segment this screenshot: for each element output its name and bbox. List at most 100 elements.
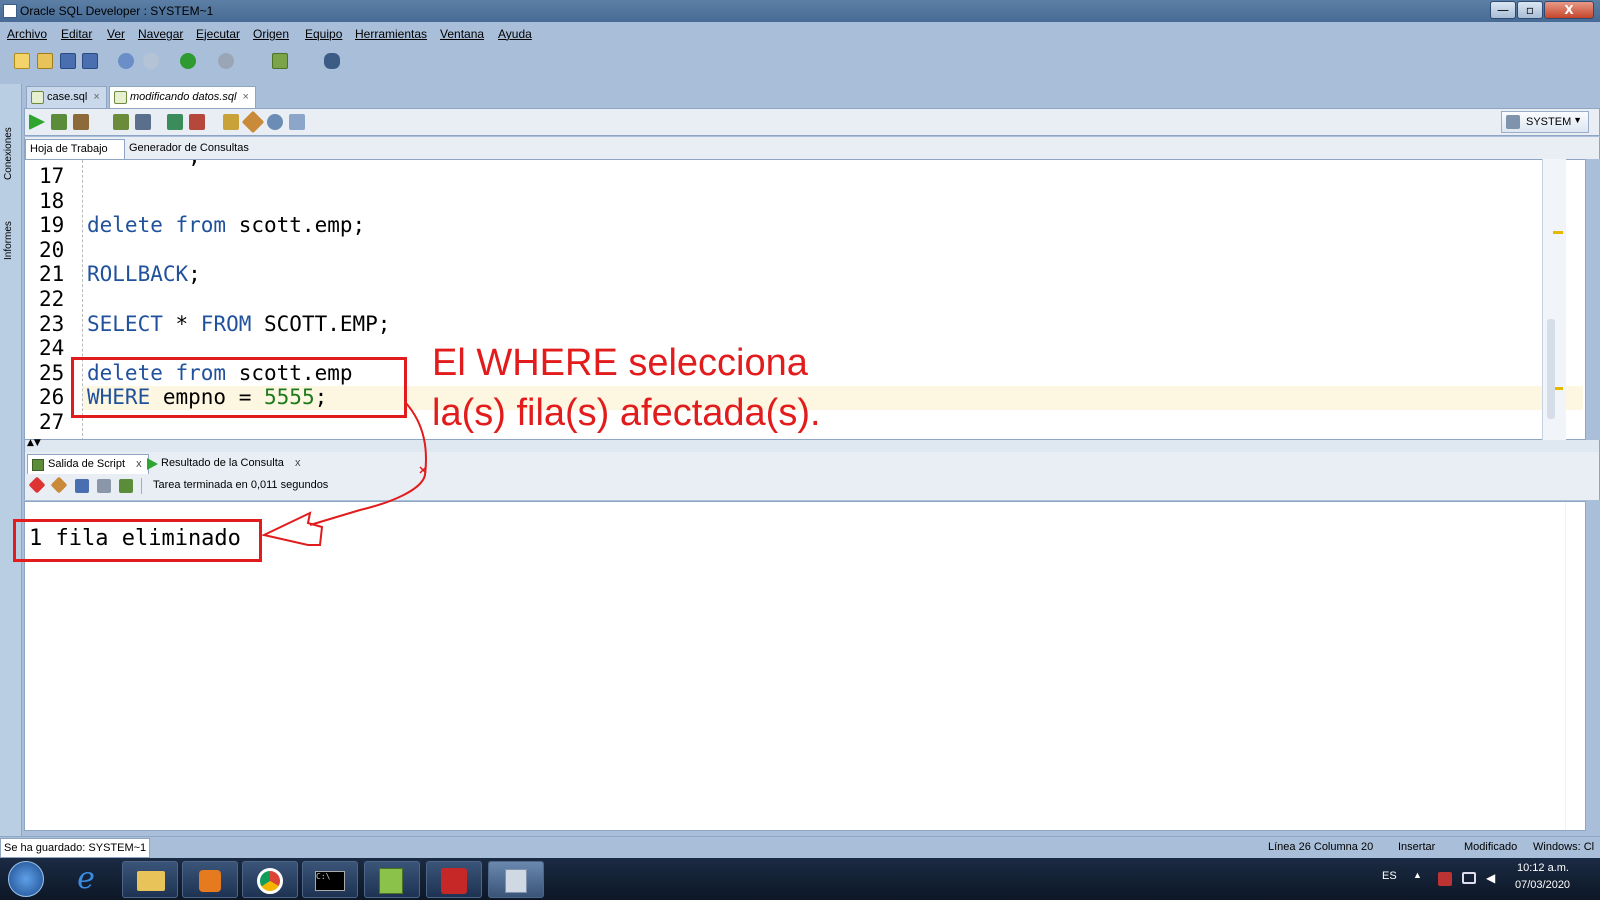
code-line: ROLLBACK; bbox=[87, 262, 201, 287]
editor-toolbar: SYSTEM ▼ bbox=[24, 108, 1600, 136]
menu-origen[interactable]: Origen bbox=[253, 27, 289, 41]
refresh-icon[interactable] bbox=[267, 114, 283, 130]
saved-notice: Se ha guardado: SYSTEM~1 bbox=[0, 838, 151, 858]
internet-explorer-icon[interactable]: e bbox=[68, 864, 104, 894]
menu-editar[interactable]: Editar bbox=[61, 27, 92, 41]
tab-generador-de-consultas[interactable]: Generador de Consultas bbox=[125, 139, 255, 159]
save-output-icon[interactable] bbox=[75, 479, 89, 493]
sql-text: * bbox=[162, 311, 201, 336]
command-prompt-icon[interactable]: C:\ bbox=[302, 861, 358, 898]
title-bar: Oracle SQL Developer : SYSTEM~1 — ▫ X bbox=[0, 0, 1600, 22]
sql-keyword: SELECT bbox=[87, 311, 163, 336]
sql-history-icon[interactable] bbox=[223, 114, 239, 130]
modified-flag: Modificado bbox=[1464, 841, 1518, 853]
edit-mode: Insertar bbox=[1398, 841, 1436, 853]
collapse-arrows-icon[interactable]: ▲▼ bbox=[27, 438, 41, 448]
code-line: SELECT * FROM SCOTT.EMP; bbox=[87, 312, 390, 337]
run-statement-icon[interactable] bbox=[29, 114, 45, 130]
sql-worksheet-icon[interactable] bbox=[272, 53, 288, 69]
menu-ayuda[interactable]: Ayuda bbox=[498, 27, 532, 41]
output-vertical-scrollbar[interactable] bbox=[1565, 502, 1585, 830]
file-explorer-icon[interactable] bbox=[122, 861, 178, 898]
scroll-marker bbox=[1553, 231, 1563, 234]
binoculars-icon[interactable] bbox=[324, 53, 340, 69]
connections-tab[interactable]: Conexiones bbox=[3, 110, 19, 180]
code-line: delete from scott.emp; bbox=[87, 213, 365, 238]
menu-herramientas[interactable]: Herramientas bbox=[355, 27, 427, 41]
menu-navegar[interactable]: Navegar bbox=[138, 27, 183, 41]
menu-ejecutar[interactable]: Ejecutar bbox=[196, 27, 240, 41]
new-file-icon[interactable] bbox=[14, 53, 30, 69]
open-folder-icon[interactable] bbox=[37, 53, 53, 69]
network-icon[interactable] bbox=[1462, 872, 1476, 884]
editor-vertical-scrollbar[interactable] bbox=[1542, 159, 1566, 440]
menu-ver[interactable]: Ver bbox=[107, 27, 125, 41]
tab-modificando-datos-sql[interactable]: modificando datos.sql × bbox=[109, 86, 256, 108]
tab-case-sql[interactable]: case.sql × bbox=[26, 86, 107, 108]
save-all-icon[interactable] bbox=[82, 53, 98, 69]
clock-date[interactable]: 07/03/2020 bbox=[1515, 879, 1570, 891]
media-player-icon[interactable] bbox=[182, 861, 238, 898]
forward-icon[interactable] bbox=[218, 53, 234, 69]
play-icon bbox=[147, 458, 158, 470]
connection-selector[interactable]: SYSTEM ▼ bbox=[1501, 111, 1589, 133]
sql-file-icon bbox=[114, 91, 127, 104]
export-icon[interactable] bbox=[119, 479, 133, 493]
menu-ventana[interactable]: Ventana bbox=[440, 27, 484, 41]
window-title: Oracle SQL Developer : SYSTEM~1 bbox=[20, 4, 214, 18]
main-toolbar bbox=[0, 46, 1600, 78]
sql-text: SCOTT.EMP; bbox=[251, 311, 391, 336]
tab-close-icon[interactable]: x bbox=[136, 458, 142, 470]
autotrace-icon[interactable] bbox=[73, 114, 89, 130]
rollback-icon[interactable] bbox=[189, 114, 205, 130]
active-app-icon[interactable] bbox=[488, 861, 544, 898]
sql-keyword: delete from bbox=[87, 213, 227, 238]
run-script-icon[interactable] bbox=[51, 114, 67, 130]
tab-close-icon[interactable]: × bbox=[242, 91, 248, 103]
document-tabs: case.sql × modificando datos.sql × bbox=[24, 86, 1600, 108]
language-indicator[interactable]: ES bbox=[1382, 870, 1397, 882]
clear-eraser-icon[interactable] bbox=[241, 110, 265, 134]
clear-output-icon[interactable] bbox=[50, 476, 68, 494]
back-icon[interactable] bbox=[180, 53, 196, 69]
sql-keyword: FROM bbox=[200, 311, 252, 336]
explain-plan-icon[interactable] bbox=[113, 114, 129, 130]
acrobat-icon[interactable] bbox=[426, 861, 482, 898]
tab-label: modificando datos.sql bbox=[130, 91, 237, 103]
sql-tuning-icon[interactable] bbox=[135, 114, 151, 130]
undo-icon[interactable] bbox=[118, 53, 134, 69]
volume-icon[interactable]: ◀ bbox=[1486, 871, 1500, 885]
save-icon[interactable] bbox=[60, 53, 76, 69]
tab-hoja-de-trabajo[interactable]: Hoja de Trabajo bbox=[25, 139, 125, 159]
start-button-icon[interactable] bbox=[8, 861, 44, 897]
tab-label: Salida de Script bbox=[48, 458, 126, 470]
chrome-icon[interactable] bbox=[242, 861, 298, 898]
status-bar: Línea 26 Columna 20 Insertar Modificado … bbox=[0, 836, 1600, 858]
commit-icon[interactable] bbox=[167, 114, 183, 130]
scrollbar-thumb[interactable] bbox=[1547, 319, 1555, 419]
menu-equipo[interactable]: Equipo bbox=[305, 27, 342, 41]
cursor-position: Línea 26 Columna 20 bbox=[1268, 841, 1374, 853]
sql-developer-notepad-icon[interactable] bbox=[364, 861, 420, 898]
annotation-output-box bbox=[13, 519, 262, 562]
tab-close-icon[interactable]: × bbox=[93, 91, 99, 103]
chevron-down-icon: ▼ bbox=[1573, 115, 1582, 125]
tab-label: case.sql bbox=[47, 91, 88, 103]
reports-tab[interactable]: Informes bbox=[3, 200, 19, 260]
minimize-button[interactable]: — bbox=[1490, 1, 1516, 19]
worksheet-subtabs: Hoja de Trabajo Generador de Consultas bbox=[24, 137, 1600, 159]
tab-salida-de-script[interactable]: Salida de Script x bbox=[27, 454, 149, 474]
clock-time[interactable]: 10:12 a.m. bbox=[1517, 862, 1569, 874]
close-button[interactable]: X bbox=[1544, 1, 1594, 19]
menu-archivo[interactable]: Archivo bbox=[7, 27, 47, 41]
print-icon[interactable] bbox=[97, 479, 111, 493]
maximize-button[interactable]: ▫ bbox=[1517, 1, 1543, 19]
app-icon bbox=[3, 4, 17, 18]
pin-icon[interactable] bbox=[28, 476, 46, 494]
format-text-icon[interactable] bbox=[289, 114, 305, 130]
sql-text: scott.emp; bbox=[226, 213, 366, 238]
action-center-flag-icon[interactable] bbox=[1438, 872, 1452, 886]
annotation-arrow bbox=[260, 402, 428, 546]
tray-expand-icon[interactable]: ▲ bbox=[1413, 870, 1422, 880]
redo-icon[interactable] bbox=[143, 53, 159, 69]
